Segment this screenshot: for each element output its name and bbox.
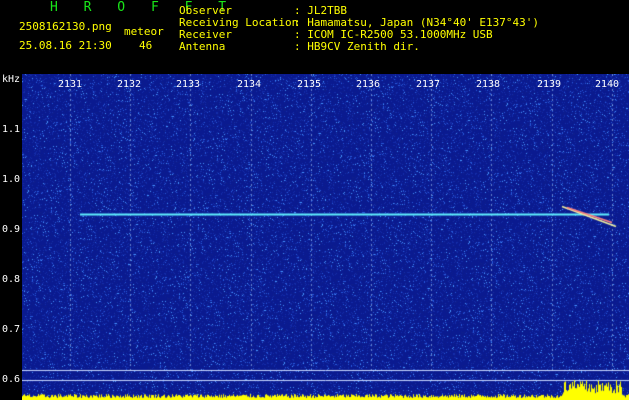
- file-name: 2508162130.png: [19, 20, 112, 33]
- y-axis-unit: kHz: [2, 74, 21, 85]
- x-tick-label: 2131: [57, 79, 83, 90]
- x-tick-label: 2137: [415, 79, 441, 90]
- antenna-value: : HB9CV Zenith dir.: [294, 40, 420, 53]
- y-tick-label: 0.6: [2, 374, 21, 385]
- x-tick-label: 2138: [475, 79, 501, 90]
- x-tick-label: 2134: [236, 79, 262, 90]
- x-tick-label: 2136: [355, 79, 381, 90]
- y-tick-label: 1.1: [2, 124, 21, 135]
- event-count: 46: [139, 39, 153, 52]
- y-tick-label: 0.7: [2, 324, 21, 335]
- date-time: 25.08.16 21:30: [19, 39, 112, 52]
- y-tick-label: 1.0: [2, 174, 21, 185]
- y-tick-label: 0.9: [2, 224, 21, 235]
- x-tick-label: 2132: [116, 79, 142, 90]
- x-tick-label: 2133: [175, 79, 201, 90]
- y-axis: kHz 1.1 1.0 0.9 0.8 0.7 0.6: [0, 74, 22, 400]
- y-tick-label: 0.8: [2, 274, 21, 285]
- header-panel: H R O F F T 2508162130.png 25.08.16 21:3…: [0, 0, 629, 74]
- spectrogram-canvas: [22, 74, 629, 400]
- x-tick-label: 2139: [536, 79, 562, 90]
- event-label: meteor: [124, 25, 164, 38]
- x-tick-label: 2140: [594, 79, 620, 90]
- antenna-label: Antenna: [179, 40, 226, 53]
- x-tick-label: 2135: [296, 79, 322, 90]
